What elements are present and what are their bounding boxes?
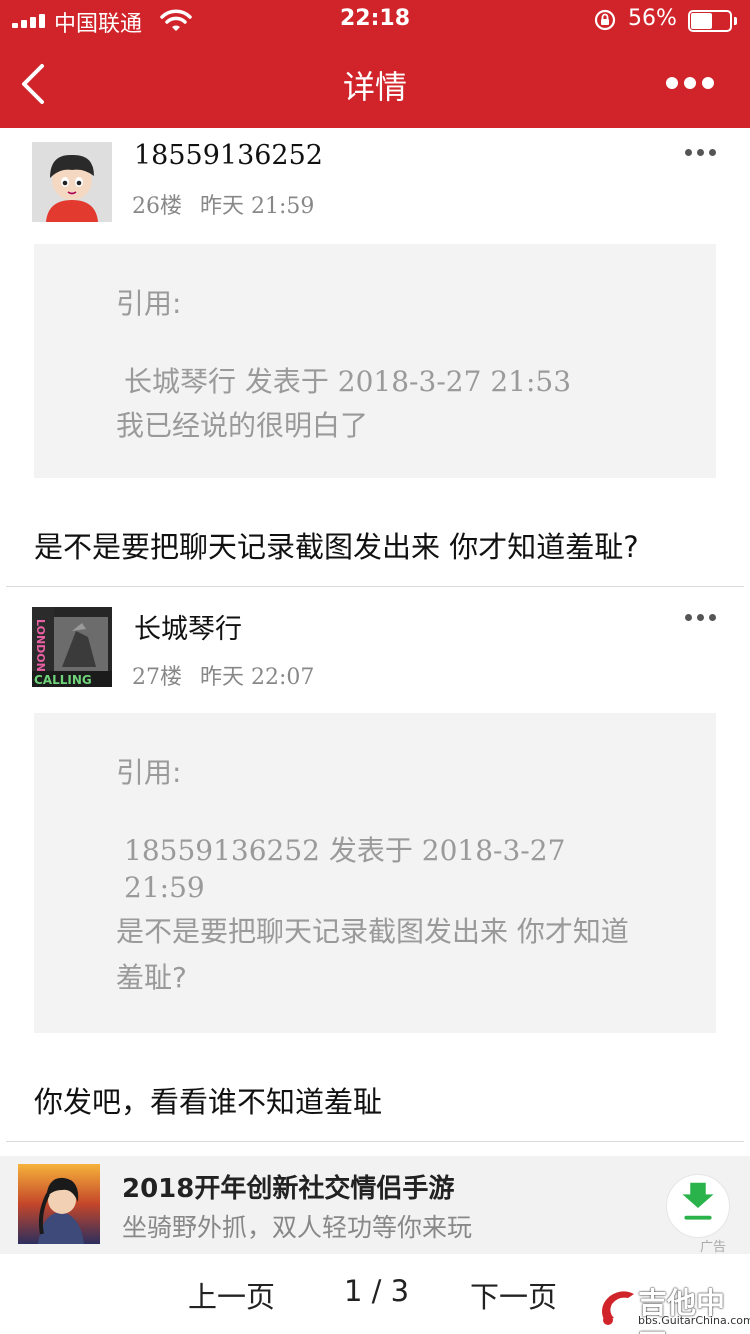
quote-text: 是不是要把聊天记录截图发出来 你才知道羞耻? xyxy=(116,915,629,994)
author-name[interactable]: 18559136252 xyxy=(134,140,323,171)
avatar[interactable] xyxy=(32,142,112,222)
post-meta: 27楼 昨天 22:07 xyxy=(132,659,314,691)
orientation-lock-icon xyxy=(594,9,616,31)
ad-label: 广告 xyxy=(700,1240,727,1255)
prev-page-button[interactable]: 上一页 xyxy=(188,1274,275,1316)
page-indicator[interactable]: 1 / 3 xyxy=(344,1274,409,1308)
divider xyxy=(6,1141,744,1142)
floor-number: 27楼 xyxy=(132,665,182,690)
more-icon[interactable] xyxy=(660,68,720,98)
page-title: 详情 xyxy=(342,68,407,106)
svg-text:CALLING: CALLING xyxy=(34,673,92,687)
ad-banner[interactable]: 2018开年创新社交情侣手游 坐骑野外抓，双人轻功等你来玩 广告 xyxy=(0,1156,750,1255)
floor-number: 26楼 xyxy=(132,194,182,219)
post-meta: 26楼 昨天 21:59 xyxy=(132,188,314,220)
quote-source[interactable]: 18559136252 发表于 2018-3-27 xyxy=(124,829,565,869)
next-page-button[interactable]: 下一页 xyxy=(470,1274,557,1316)
quote-source-time: 21:59 xyxy=(124,871,205,904)
ad-subtitle: 坐骑野外抓，双人轻功等你来玩 xyxy=(122,1213,473,1242)
quote-block: 引用: 长城琴行 发表于 2018-3-27 21:53 我已经说的很明白了 xyxy=(34,244,716,478)
battery-percent: 56% xyxy=(628,6,677,31)
post-time: 昨天 22:07 xyxy=(200,665,315,690)
author-name[interactable]: 长城琴行 xyxy=(134,607,242,646)
ad-title[interactable]: 2018开年创新社交情侣手游 xyxy=(122,1168,454,1205)
ad-image[interactable] xyxy=(18,1164,100,1244)
battery-icon xyxy=(688,10,738,32)
status-bar: 中国联通 22:18 56% xyxy=(0,0,750,40)
post-more-icon[interactable] xyxy=(684,146,718,158)
post-floor-26: 18559136252 26楼 昨天 21:59 引用: 长城琴行 发表于 201… xyxy=(0,128,750,587)
post-more-icon[interactable] xyxy=(684,611,718,623)
quote-text: 我已经说的很明白了 xyxy=(116,409,369,442)
watermark-logo: 吉他中国 bbs.GuitarChina.com xyxy=(596,1282,750,1334)
post-body: 是不是要把聊天记录截图发出来 你才知道羞耻? xyxy=(34,530,639,564)
quote-label: 引用: xyxy=(116,756,182,789)
post-body: 你发吧，看看谁不知道羞耻 xyxy=(34,1085,383,1119)
quote-block: 引用: 18559136252 发表于 2018-3-27 21:59 是不是要… xyxy=(34,713,716,1033)
quote-label: 引用: xyxy=(116,287,182,320)
avatar[interactable]: LONDON CALLING xyxy=(32,607,112,687)
svg-text:LONDON: LONDON xyxy=(34,619,47,672)
post-floor-27: LONDON CALLING 长城琴行 27楼 昨天 22:07 引用: 1855… xyxy=(0,587,750,1142)
quote-source[interactable]: 长城琴行 发表于 2018-3-27 21:53 xyxy=(124,360,571,400)
download-icon[interactable] xyxy=(666,1174,730,1238)
top-bar: 中国联通 22:18 56% 详情 xyxy=(0,0,750,128)
post-time: 昨天 21:59 xyxy=(200,194,315,219)
